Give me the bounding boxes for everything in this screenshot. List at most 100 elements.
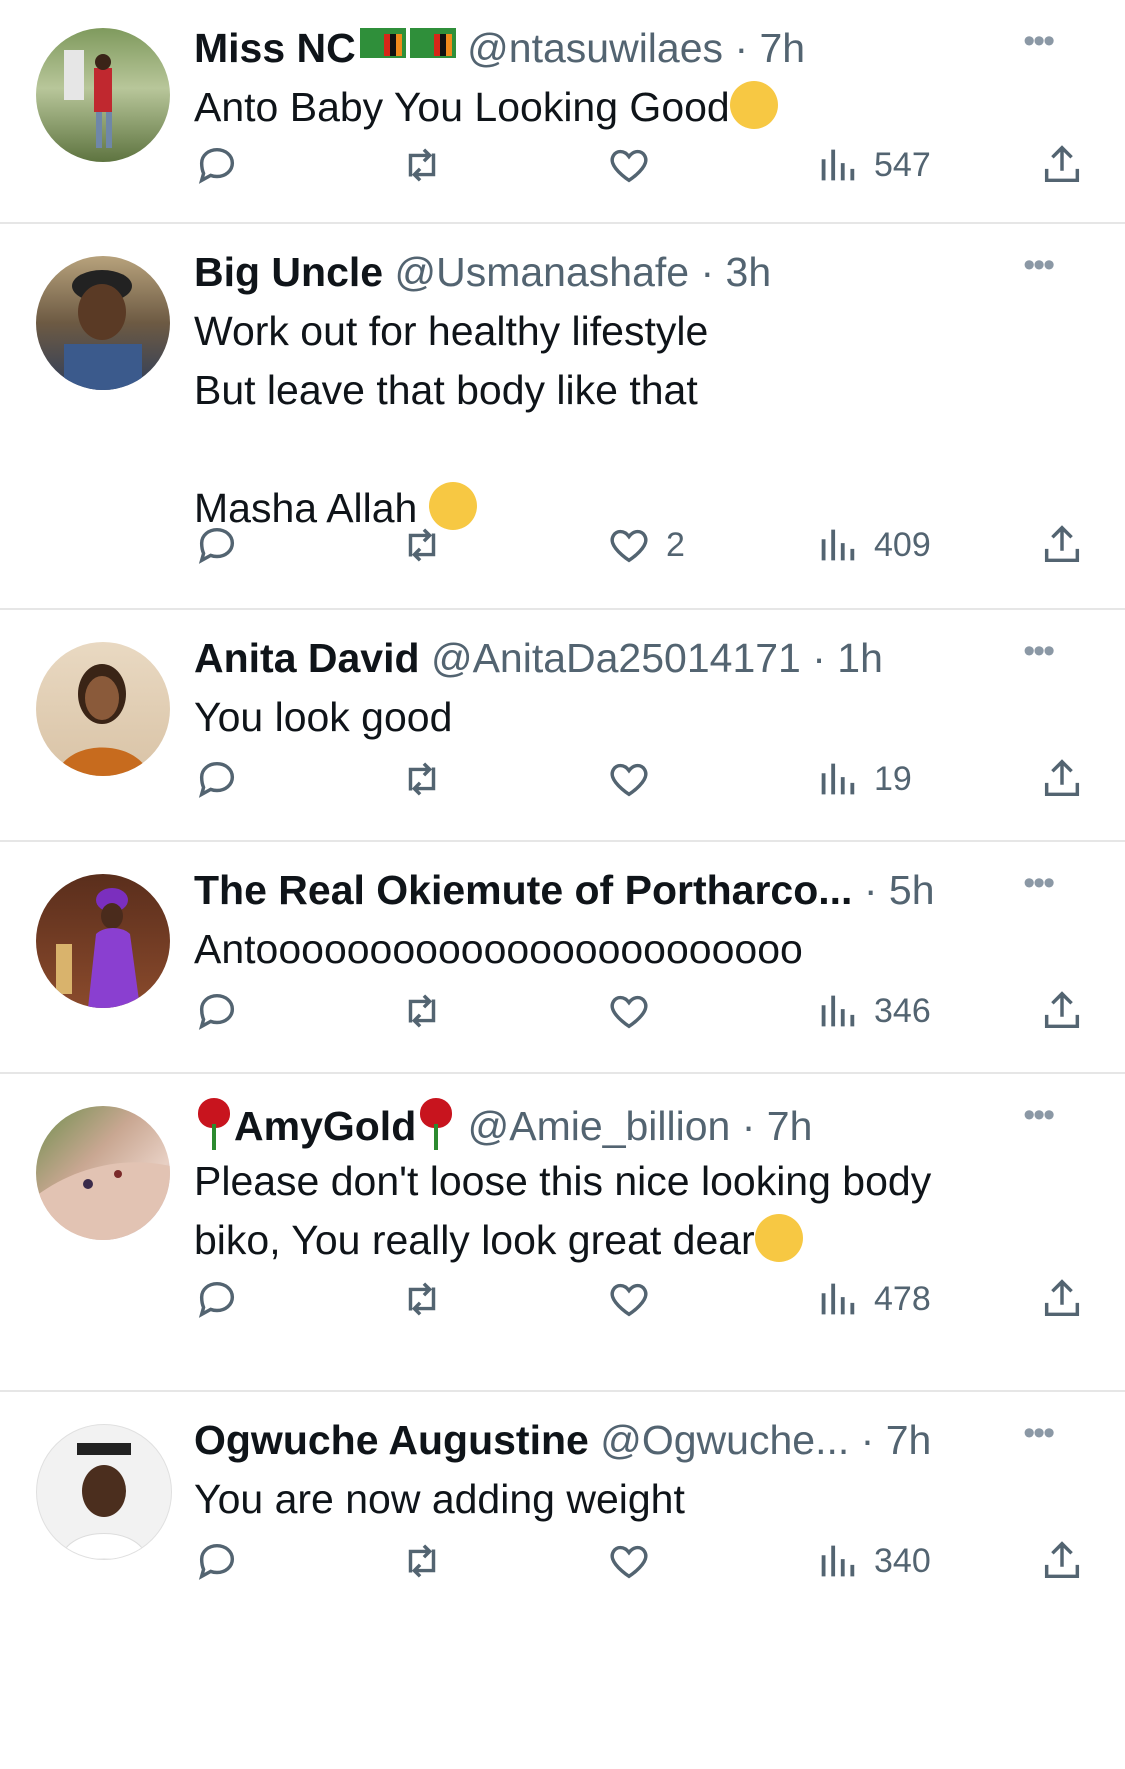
views-icon	[821, 149, 855, 181]
tweet-text: You look good	[194, 688, 1064, 747]
tweet-text-content: You look good	[194, 694, 453, 740]
display-name[interactable]: Miss NC	[194, 25, 356, 71]
reply-button[interactable]	[194, 522, 240, 568]
handle[interactable]: @AnitaDa25014171	[431, 635, 801, 681]
display-name[interactable]: The Real Okiemute of Portharco...	[194, 867, 852, 913]
timestamp[interactable]: · 7h	[734, 25, 805, 71]
retweet-icon	[408, 528, 436, 562]
share-icon	[1044, 1279, 1080, 1317]
avatar[interactable]	[36, 256, 170, 390]
reply-icon	[198, 527, 235, 564]
zambia-flag-emoji	[409, 28, 456, 58]
like-button[interactable]	[606, 142, 666, 188]
retweet-button[interactable]	[399, 988, 445, 1034]
avatar[interactable]	[36, 28, 170, 162]
tweet-header: AmyGold @Amie_billion · 7h	[194, 1098, 812, 1150]
like-button[interactable]	[606, 756, 666, 802]
avatar[interactable]	[36, 874, 170, 1008]
timestamp[interactable]: · 5h	[864, 867, 935, 913]
retweet-icon	[408, 1544, 436, 1578]
like-button[interactable]	[606, 1538, 666, 1584]
action-bar: 19	[194, 756, 1085, 816]
like-button[interactable]	[606, 1276, 666, 1322]
face-blowing-kiss-emoji	[754, 1214, 803, 1262]
views-icon	[821, 1283, 855, 1315]
tweet-text: Antoooooooooooooooooooooooo	[194, 920, 1064, 979]
avatar[interactable]	[36, 1106, 170, 1240]
reply-button[interactable]	[194, 1538, 240, 1584]
zambia-flag-emoji	[359, 28, 406, 58]
more-icon[interactable]: •••	[1023, 1096, 1055, 1135]
more-icon[interactable]: •••	[1023, 22, 1055, 61]
timestamp[interactable]: · 3h	[701, 249, 772, 295]
handle[interactable]: @ntasuwilaes	[467, 25, 723, 71]
more-icon[interactable]: •••	[1023, 246, 1055, 285]
like-icon	[610, 1545, 648, 1579]
more-icon[interactable]: •••	[1023, 1414, 1055, 1453]
retweet-button[interactable]	[399, 142, 445, 188]
share-icon	[1044, 759, 1080, 797]
tweet-header: Miss NC @ntasuwilaes · 7h	[194, 24, 805, 72]
retweet-button[interactable]	[399, 1538, 445, 1584]
share-button[interactable]	[1039, 1276, 1085, 1322]
retweet-button[interactable]	[399, 1276, 445, 1322]
tweet-okiemute[interactable]: The Real Okiemute of Portharco... · 5h •…	[0, 842, 1125, 1074]
rose-emoji	[194, 1098, 234, 1150]
display-name[interactable]: Big Uncle	[194, 249, 383, 295]
tweet-text: Anto Baby You Looking Good	[194, 78, 1064, 137]
reply-button[interactable]	[194, 988, 240, 1034]
timestamp[interactable]: · 1h	[812, 635, 883, 681]
reply-icon	[198, 761, 235, 798]
view-count: 409	[874, 525, 931, 564]
views-icon	[821, 529, 855, 561]
views-button[interactable]: 547	[814, 142, 931, 188]
views-button[interactable]: 409	[814, 522, 931, 568]
tweet-amygold[interactable]: AmyGold @Amie_billion · 7h ••• Please do…	[0, 1074, 1125, 1392]
avatar[interactable]	[36, 1424, 172, 1560]
view-count: 478	[874, 1279, 931, 1318]
reply-button[interactable]	[194, 1276, 240, 1322]
display-name[interactable]: AmyGold	[234, 1103, 416, 1149]
views-button[interactable]: 478	[814, 1276, 931, 1322]
share-button[interactable]	[1039, 756, 1085, 802]
display-name[interactable]: Ogwuche Augustine	[194, 1417, 589, 1463]
rose-emoji	[416, 1098, 456, 1150]
tweet-big-uncle[interactable]: Big Uncle @Usmanashafe · 3h ••• Work out…	[0, 224, 1125, 610]
reply-icon	[198, 1543, 235, 1580]
views-button[interactable]: 340	[814, 1538, 931, 1584]
reply-icon	[198, 1281, 235, 1318]
share-button[interactable]	[1039, 988, 1085, 1034]
reply-icon	[198, 147, 235, 184]
retweet-icon	[408, 148, 436, 182]
tweet-text-content: Please don't loose this nice looking bod…	[194, 1158, 932, 1263]
avatar[interactable]	[36, 642, 170, 776]
views-button[interactable]: 346	[814, 988, 931, 1034]
share-button[interactable]	[1039, 1538, 1085, 1584]
like-icon	[610, 1283, 648, 1317]
views-button[interactable]: 19	[814, 756, 912, 802]
tweet-header: Big Uncle @Usmanashafe · 3h	[194, 248, 771, 296]
timestamp[interactable]: · 7h	[861, 1417, 932, 1463]
tweet-text-content: Anto Baby You Looking Good	[194, 84, 730, 130]
more-icon[interactable]: •••	[1023, 864, 1055, 903]
share-button[interactable]	[1039, 522, 1085, 568]
tweet-miss-nc[interactable]: Miss NC @ntasuwilaes · 7h ••• Anto Baby …	[0, 0, 1125, 224]
share-button[interactable]	[1039, 142, 1085, 188]
reply-feed: Miss NC @ntasuwilaes · 7h ••• Anto Baby …	[0, 0, 1125, 1632]
display-name[interactable]: Anita David	[194, 635, 420, 681]
reply-button[interactable]	[194, 142, 240, 188]
more-icon[interactable]: •••	[1023, 632, 1055, 671]
retweet-button[interactable]	[399, 756, 445, 802]
timestamp[interactable]: · 7h	[742, 1103, 813, 1149]
action-bar: 2 409	[194, 522, 1085, 582]
reply-button[interactable]	[194, 756, 240, 802]
handle[interactable]: @Usmanashafe	[395, 249, 690, 295]
like-button[interactable]: 2	[606, 522, 685, 568]
handle[interactable]: @Amie_billion	[468, 1103, 731, 1149]
tweet-anita-david[interactable]: Anita David @AnitaDa25014171 · 1h ••• Yo…	[0, 610, 1125, 842]
retweet-button[interactable]	[399, 522, 445, 568]
handle[interactable]: @Ogwuche...	[600, 1417, 849, 1463]
like-button[interactable]	[606, 988, 666, 1034]
share-icon	[1044, 145, 1080, 183]
tweet-ogwuche[interactable]: Ogwuche Augustine @Ogwuche... · 7h ••• Y…	[0, 1392, 1125, 1632]
